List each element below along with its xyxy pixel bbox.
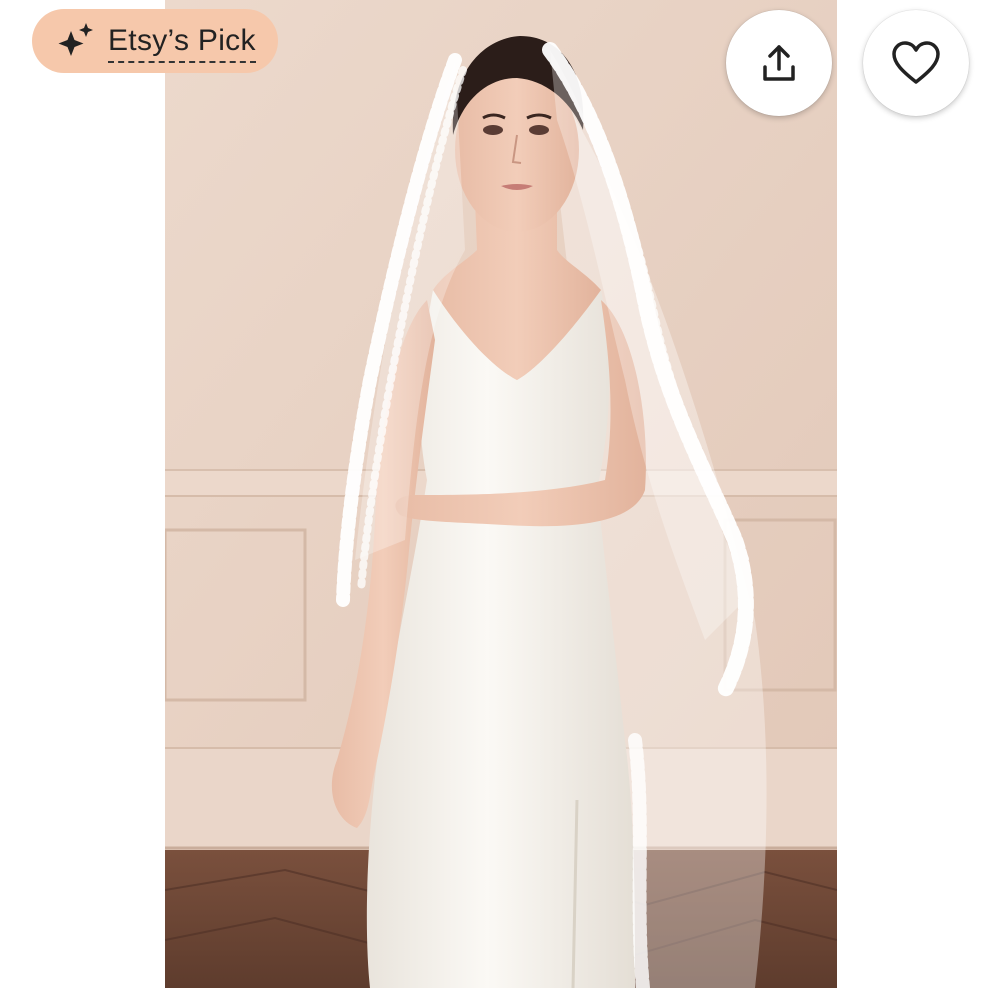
product-photo[interactable] <box>165 0 837 988</box>
photo-illustration <box>165 0 837 988</box>
share-upload-icon <box>763 45 795 81</box>
share-button[interactable] <box>726 10 832 116</box>
sparkle-icon <box>58 23 93 56</box>
heart-outline-icon <box>892 41 940 84</box>
favorite-button[interactable] <box>863 10 969 116</box>
etsys-pick-badge[interactable]: Etsy’s Pick <box>32 9 278 73</box>
listing-image-viewer: Etsy’s Pick <box>0 0 1000 1000</box>
etsys-pick-label: Etsy’s Pick <box>108 24 256 63</box>
